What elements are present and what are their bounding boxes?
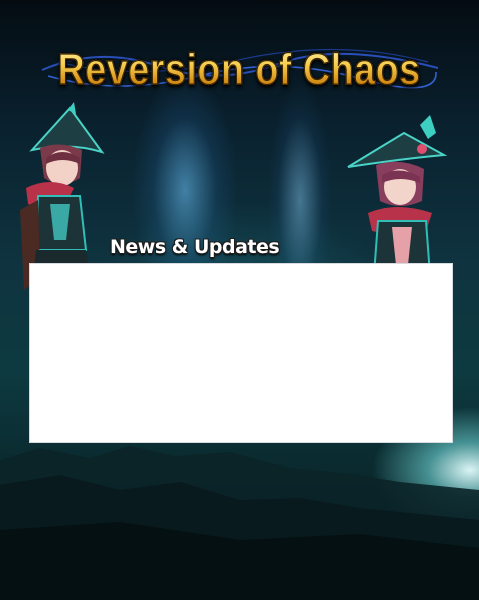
mountain-landscape <box>0 446 479 600</box>
news-heading: News & Updates <box>110 236 280 258</box>
news-panel[interactable] <box>29 263 453 443</box>
game-title: Reversion of Chaos <box>57 44 422 94</box>
game-title-banner: Reversion of Chaos <box>0 40 479 100</box>
launcher-window: Reversion of Chaos News & Updates <box>0 0 479 600</box>
